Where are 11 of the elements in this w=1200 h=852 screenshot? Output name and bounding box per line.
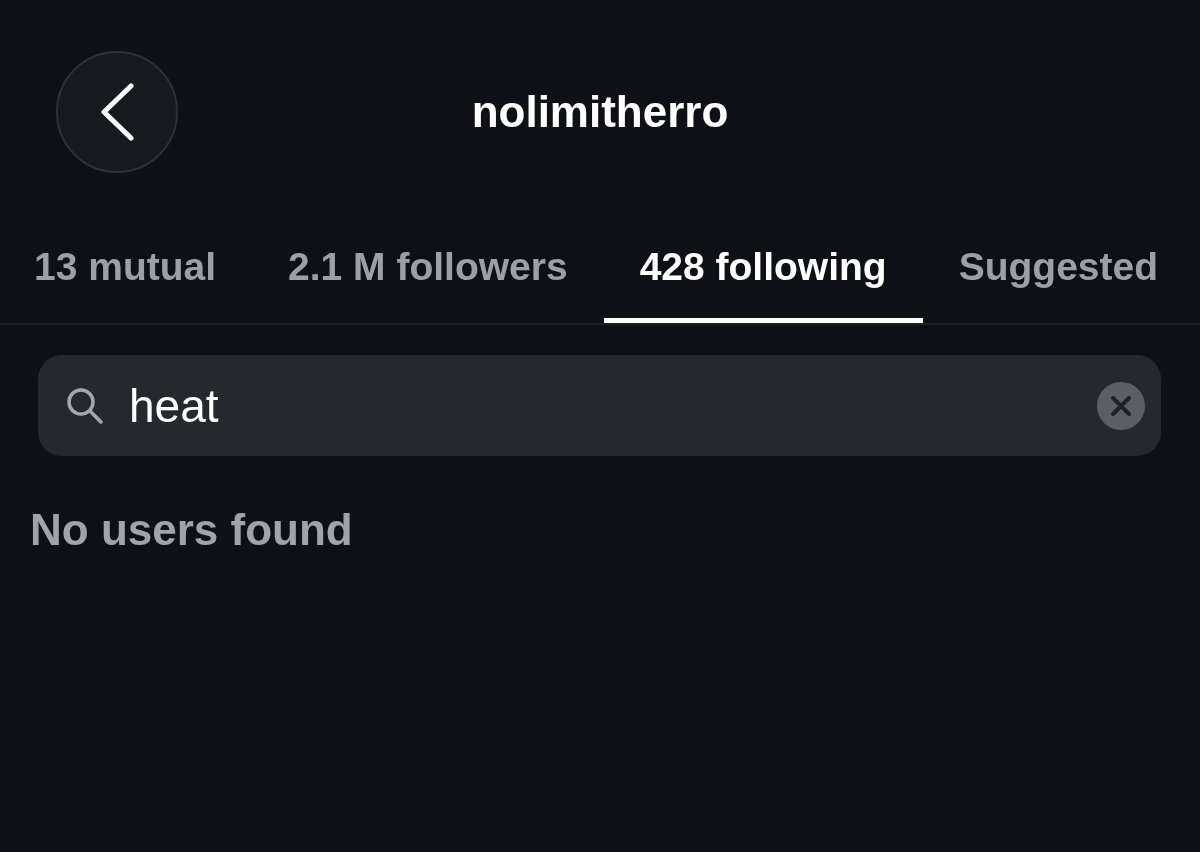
tab[interactable]: 2.1 M followers (252, 245, 604, 323)
back-chevron-icon (100, 83, 134, 141)
tab[interactable]: Suggested (922, 245, 1195, 323)
search-input[interactable]: heat (129, 378, 1097, 433)
empty-results-message: No users found (30, 505, 353, 554)
tab[interactable]: 13 mutual (0, 245, 253, 323)
profile-username-title: nolimitherro (471, 86, 729, 138)
search-field[interactable]: heat (38, 355, 1161, 456)
tab[interactable]: 428 following (603, 245, 923, 323)
search-icon (66, 386, 104, 425)
clear-icon[interactable] (1097, 381, 1145, 430)
